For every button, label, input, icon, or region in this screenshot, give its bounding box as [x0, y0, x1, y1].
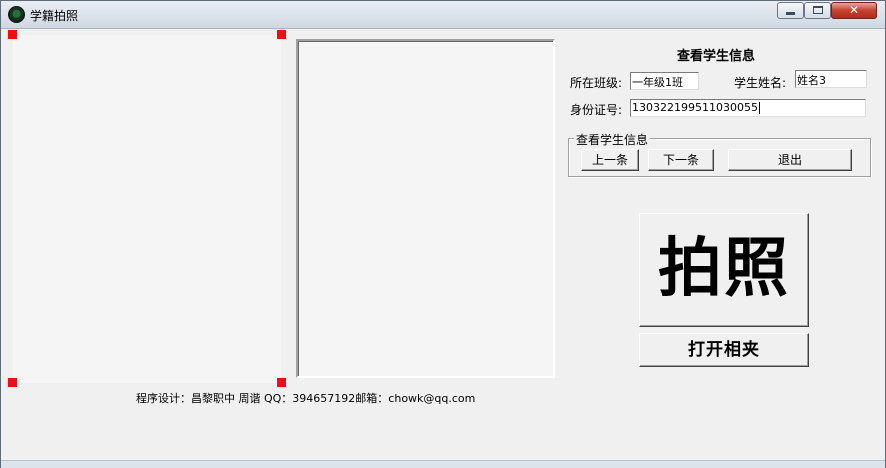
student-name-field[interactable]: 姓名3 — [795, 70, 867, 88]
text-caret — [758, 102, 760, 114]
captured-photo-panel — [296, 39, 555, 378]
window-bottom-border — [1, 460, 885, 468]
id-number-value: 130322199511030055 — [632, 101, 758, 114]
id-number-field[interactable]: 130322199511030055 — [630, 99, 866, 117]
close-icon: ✕ — [848, 3, 860, 17]
resize-handle-bottom-right[interactable] — [277, 378, 286, 387]
resize-handle-top-right[interactable] — [277, 30, 286, 39]
maximize-icon — [813, 6, 823, 14]
next-record-button[interactable]: 下一条 — [648, 149, 714, 171]
info-heading: 查看学生信息 — [677, 49, 756, 64]
navigation-legend: 查看学生信息 — [574, 131, 651, 148]
camera-preview-panel[interactable] — [13, 35, 281, 383]
class-label: 所在班级: — [570, 76, 623, 90]
student-name-label: 学生姓名: — [734, 76, 787, 90]
student-name-value: 姓名3 — [797, 74, 826, 87]
title-bar[interactable]: 学籍拍照 ✕ — [1, 1, 885, 29]
previous-record-button[interactable]: 上一条 — [581, 149, 639, 171]
app-icon — [8, 6, 25, 23]
minimize-button[interactable] — [777, 2, 804, 19]
take-photo-button[interactable]: 拍照 — [639, 213, 809, 327]
minimize-icon — [786, 12, 795, 15]
close-button[interactable]: ✕ — [831, 2, 877, 19]
class-value: 一年级1班 — [632, 76, 683, 89]
resize-handle-bottom-left[interactable] — [8, 378, 17, 387]
main-window: 学籍拍照 ✕ 查看学生信息 所在班级: 一年级1班 学生姓名: 姓名3 身份证号… — [0, 0, 886, 468]
id-number-label: 身份证号: — [570, 103, 623, 117]
footer-credits: 程序设计：昌黎职中 周谐 QQ：394657192邮箱：chowk@qq.com — [136, 392, 476, 405]
resize-handle-top-left[interactable] — [8, 30, 17, 39]
maximize-button[interactable] — [804, 2, 831, 19]
window-title: 学籍拍照 — [30, 9, 79, 23]
exit-button[interactable]: 退出 — [728, 149, 852, 171]
open-album-button[interactable]: 打开相夹 — [639, 333, 809, 367]
class-field[interactable]: 一年级1班 — [630, 72, 699, 90]
